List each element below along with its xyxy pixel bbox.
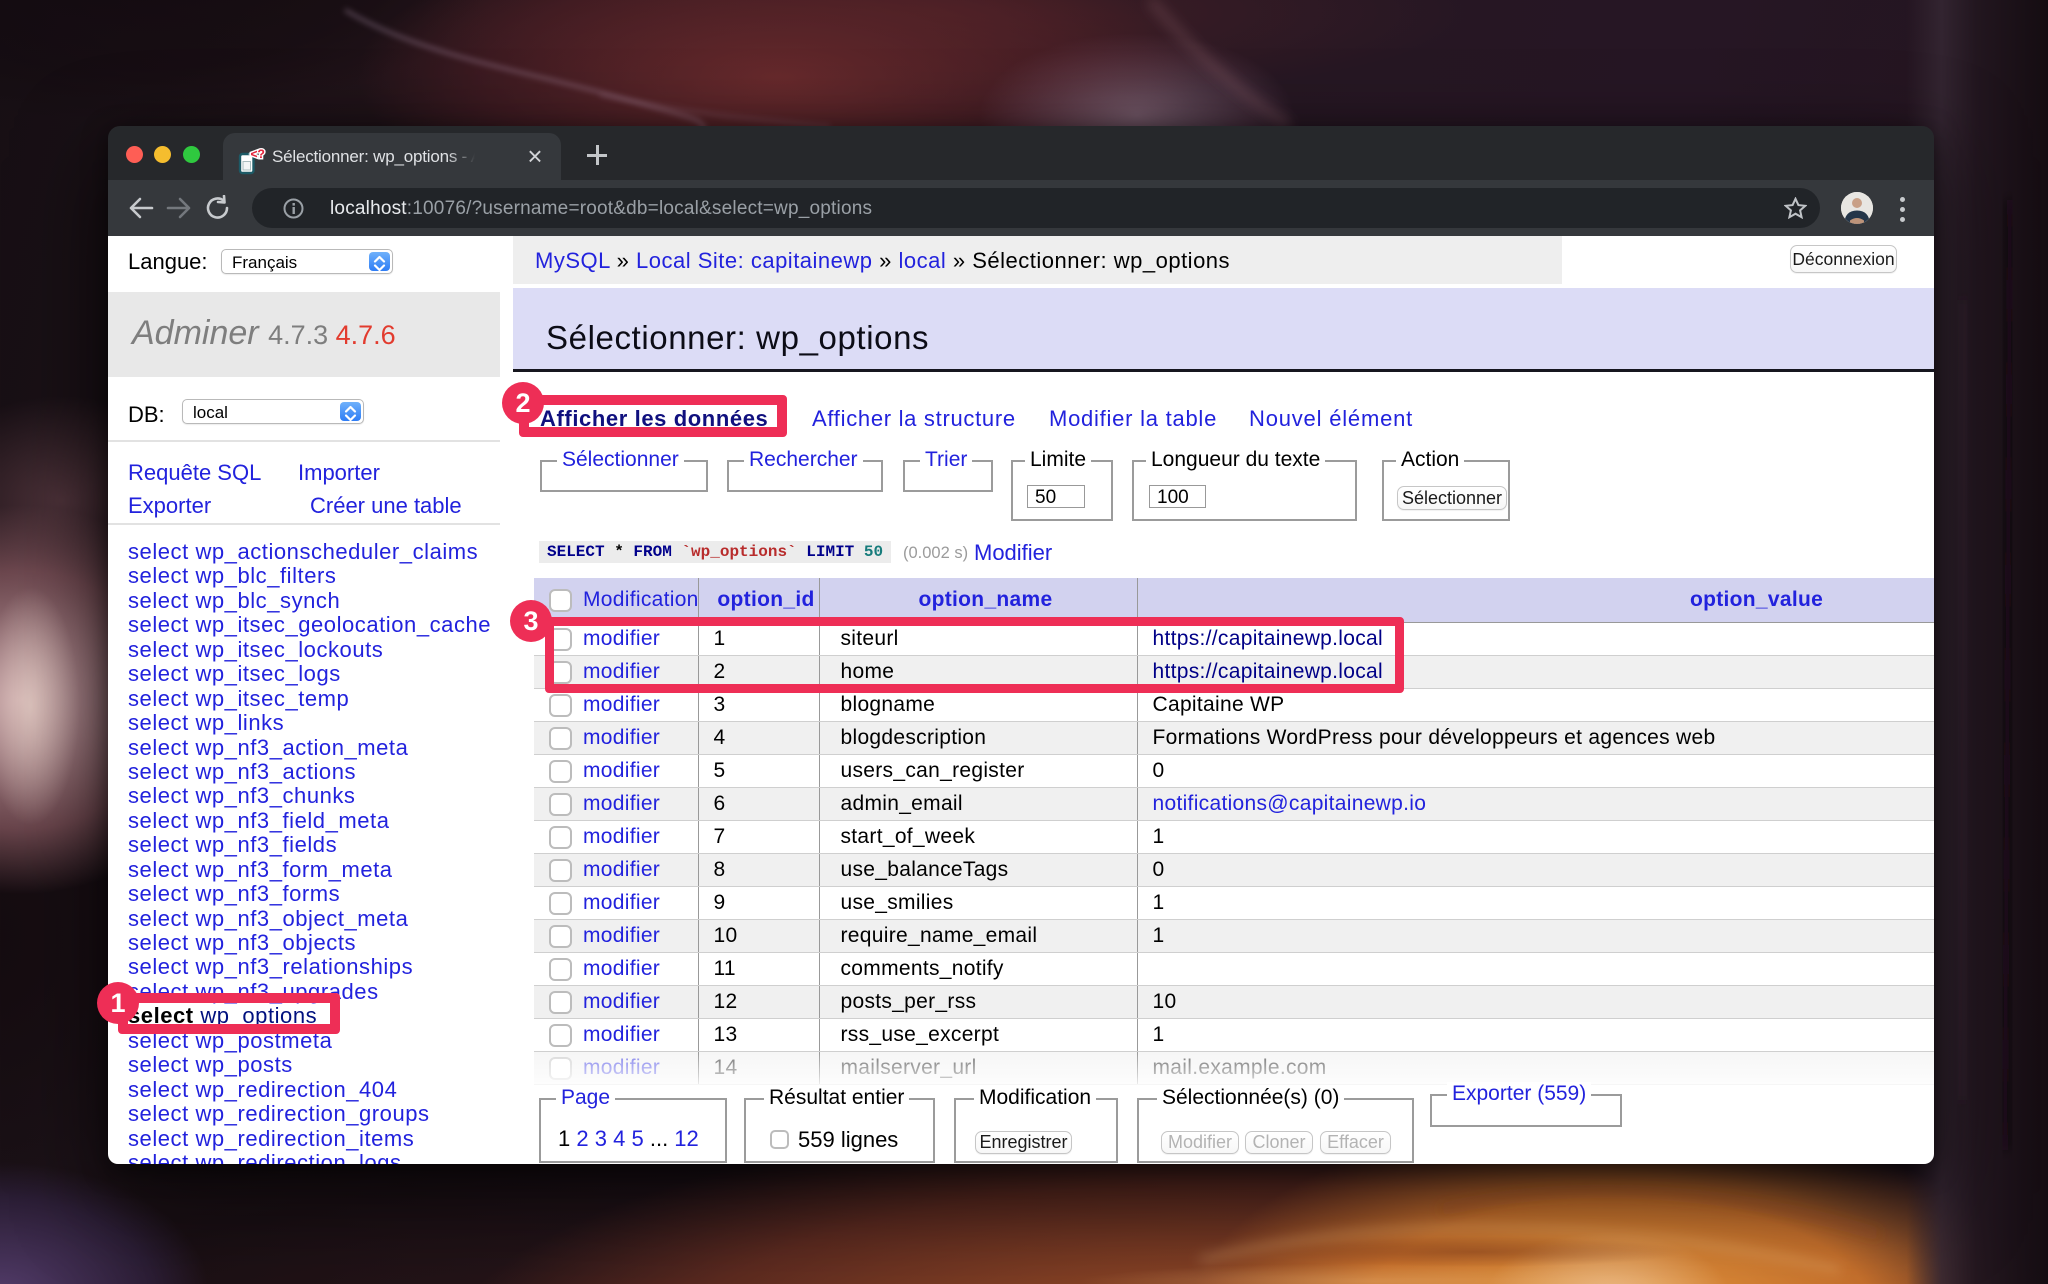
svg-text:<?: <?: [251, 147, 265, 161]
